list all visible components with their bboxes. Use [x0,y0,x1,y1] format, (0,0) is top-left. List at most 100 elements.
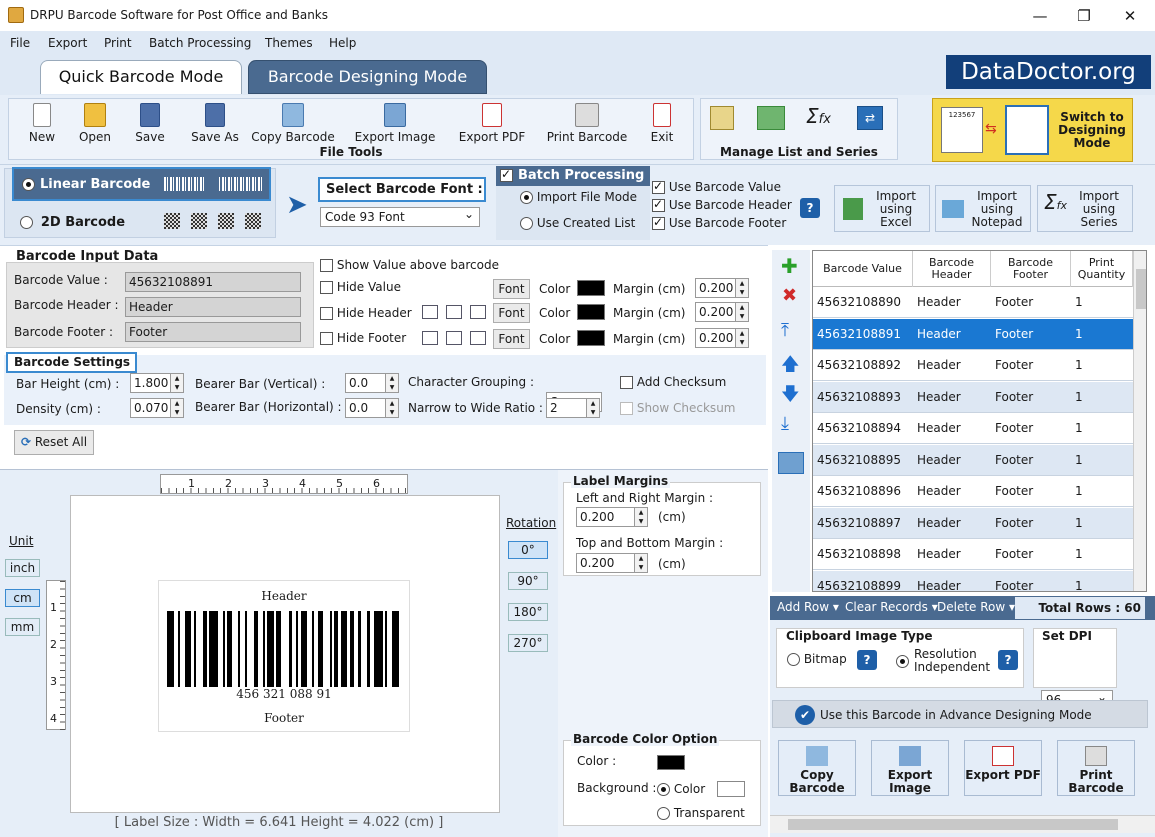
background-color-option[interactable]: Color [657,782,705,796]
hide-footer-checkbox[interactable] [320,332,333,345]
barcode-value-input[interactable]: 45632108891 [125,272,301,292]
background-color-swatch[interactable] [717,781,745,797]
align-right-icon[interactable] [470,331,486,345]
use-barcode-header-option[interactable]: Use Barcode Header [652,197,792,212]
table-row[interactable]: 45632108896 Header Footer 1 [813,476,1133,507]
align-left-icon[interactable] [422,305,438,319]
excel-list-icon[interactable] [757,106,785,130]
export-image-action-button[interactable]: Export Image [871,740,949,796]
align-center-icon[interactable] [446,305,462,319]
copy-barcode-action-button[interactable]: Copy Barcode [778,740,856,796]
align-center-icon[interactable] [446,331,462,345]
header-font-button[interactable]: Font [493,303,530,323]
barcode-header-input[interactable]: Header [125,297,301,317]
spin-arrows-icon[interactable]: ▲ ▼ [735,303,748,321]
import-series-button[interactable]: Σfx Import using Series [1037,185,1133,232]
bar-height-stepper[interactable]: 1.800 ▲ ▼ [130,373,184,393]
delete-row-menu[interactable]: Delete Row ▾ [937,600,1015,614]
delete-icon[interactable]: ✖ [782,285,797,306]
use-barcode-value-option[interactable]: Use Barcode Value [652,179,781,194]
narrow-wide-ratio-stepper[interactable]: 2 ▲ ▼ [546,398,600,418]
show-checksum-option[interactable]: Show Checksum [620,401,735,415]
tab-barcode-designing-mode[interactable]: Barcode Designing Mode [248,60,487,94]
rotation-180-button[interactable]: 180° [508,603,548,621]
help-icon[interactable]: ? [800,198,820,218]
resolution-radio[interactable] [896,655,909,668]
menu-help[interactable]: Help [329,36,356,50]
table-row[interactable]: 45632108894 Header Footer 1 [813,413,1133,444]
move-up-icon[interactable]: 🡅 [781,352,800,382]
linear-radio[interactable] [22,178,35,191]
show-value-above-option[interactable]: Show Value above barcode [320,258,499,272]
bearer-vertical-stepper[interactable]: 0.0 ▲ ▼ [345,373,399,393]
top-bottom-margin-stepper[interactable]: 0.200 ▲ ▼ [576,553,648,573]
2d-barcode-option[interactable]: 2D Barcode [20,215,125,230]
minimize-icon[interactable]: — [1018,2,1062,30]
density-stepper[interactable]: 0.070 ▲ ▼ [130,398,184,418]
move-down-icon[interactable]: 🡇 [781,382,800,412]
add-icon[interactable]: ✚ [781,254,798,278]
linear-barcode-option[interactable]: Linear Barcode [12,167,271,201]
table-scrollbar[interactable] [1133,251,1146,591]
barcode-label[interactable]: Header 456 321 088 91 Footer [158,580,410,732]
column-barcode-footer[interactable]: Barcode Footer [991,251,1071,287]
menu-batch-processing[interactable]: Batch Processing [149,36,251,50]
transparent-radio[interactable] [657,807,670,820]
new-button[interactable]: New [22,103,62,144]
bg-color-radio[interactable] [657,783,670,796]
column-barcode-value[interactable]: Barcode Value [813,251,913,287]
spin-arrows-icon[interactable]: ▲ ▼ [586,399,599,417]
header-color-swatch[interactable] [577,304,605,320]
batch-processing-toggle[interactable]: Batch Processing [496,166,650,186]
hide-header-option[interactable]: Hide Header [320,306,412,320]
spin-arrows-icon[interactable]: ▲ ▼ [634,554,647,572]
menu-themes[interactable]: Themes [265,36,313,50]
header-margin-stepper[interactable]: 0.200 ▲ ▼ [695,302,749,322]
spin-arrows-icon[interactable]: ▲ ▼ [735,279,748,297]
export-pdf-button[interactable]: Export PDF [456,103,528,144]
resolution-independent-option[interactable] [896,654,909,668]
scrollbar-thumb[interactable] [788,819,1118,830]
barcode-color-swatch[interactable] [657,755,685,770]
spin-arrows-icon[interactable]: ▲ ▼ [634,508,647,526]
hide-value-checkbox[interactable] [320,281,333,294]
table-row[interactable]: 45632108893 Header Footer 1 [813,381,1133,413]
barcode-font-select[interactable]: Code 93 Font [320,205,480,227]
batch-processing-checkbox[interactable] [500,167,513,182]
open-button[interactable]: Open [75,103,115,144]
footer-color-swatch[interactable] [577,330,605,346]
resolution-help-icon[interactable]: ? [998,650,1018,670]
import-excel-button[interactable]: Import using Excel [834,185,930,232]
add-checksum-checkbox[interactable] [620,376,633,389]
use-value-checkbox[interactable] [652,179,665,194]
transparent-option[interactable]: Transparent [657,806,745,820]
add-checksum-option[interactable]: Add Checksum [620,375,726,389]
use-footer-checkbox[interactable] [652,215,665,230]
unit-mm-button[interactable]: mm [5,618,40,636]
align-right-icon[interactable] [470,305,486,319]
maximize-icon[interactable]: ❐ [1062,2,1106,30]
add-row-menu[interactable]: Add Row ▾ [777,600,839,614]
use-list-radio[interactable] [520,217,533,230]
use-barcode-footer-option[interactable]: Use Barcode Footer [652,215,786,230]
export-pdf-action-button[interactable]: Export PDF [964,740,1042,796]
import-notepad-button[interactable]: Import using Notepad [935,185,1031,232]
table-row[interactable]: 45632108891 Header Footer 1 [813,318,1133,350]
rotation-270-button[interactable]: 270° [508,634,548,652]
table-row[interactable]: 45632108892 Header Footer 1 [813,350,1133,381]
move-bottom-icon[interactable]: ⤓ [781,413,789,434]
value-font-button[interactable]: Font [493,279,530,299]
export-image-button[interactable]: Export Image [350,103,440,144]
tab-quick-barcode-mode[interactable]: Quick Barcode Mode [40,60,242,94]
export-list-icon[interactable] [778,452,804,474]
move-top-icon[interactable]: ⤒ [781,320,789,341]
menu-export[interactable]: Export [48,36,87,50]
horizontal-scrollbar[interactable] [770,815,1155,833]
edit-list-icon[interactable] [710,106,734,130]
spin-arrows-icon[interactable]: ▲ ▼ [170,374,183,392]
menu-print[interactable]: Print [104,36,132,50]
value-color-swatch[interactable] [577,280,605,296]
spin-arrows-icon[interactable]: ▲ ▼ [385,399,398,417]
unit-inch-button[interactable]: inch [5,559,40,577]
bearer-horizontal-stepper[interactable]: 0.0 ▲ ▼ [345,398,399,418]
